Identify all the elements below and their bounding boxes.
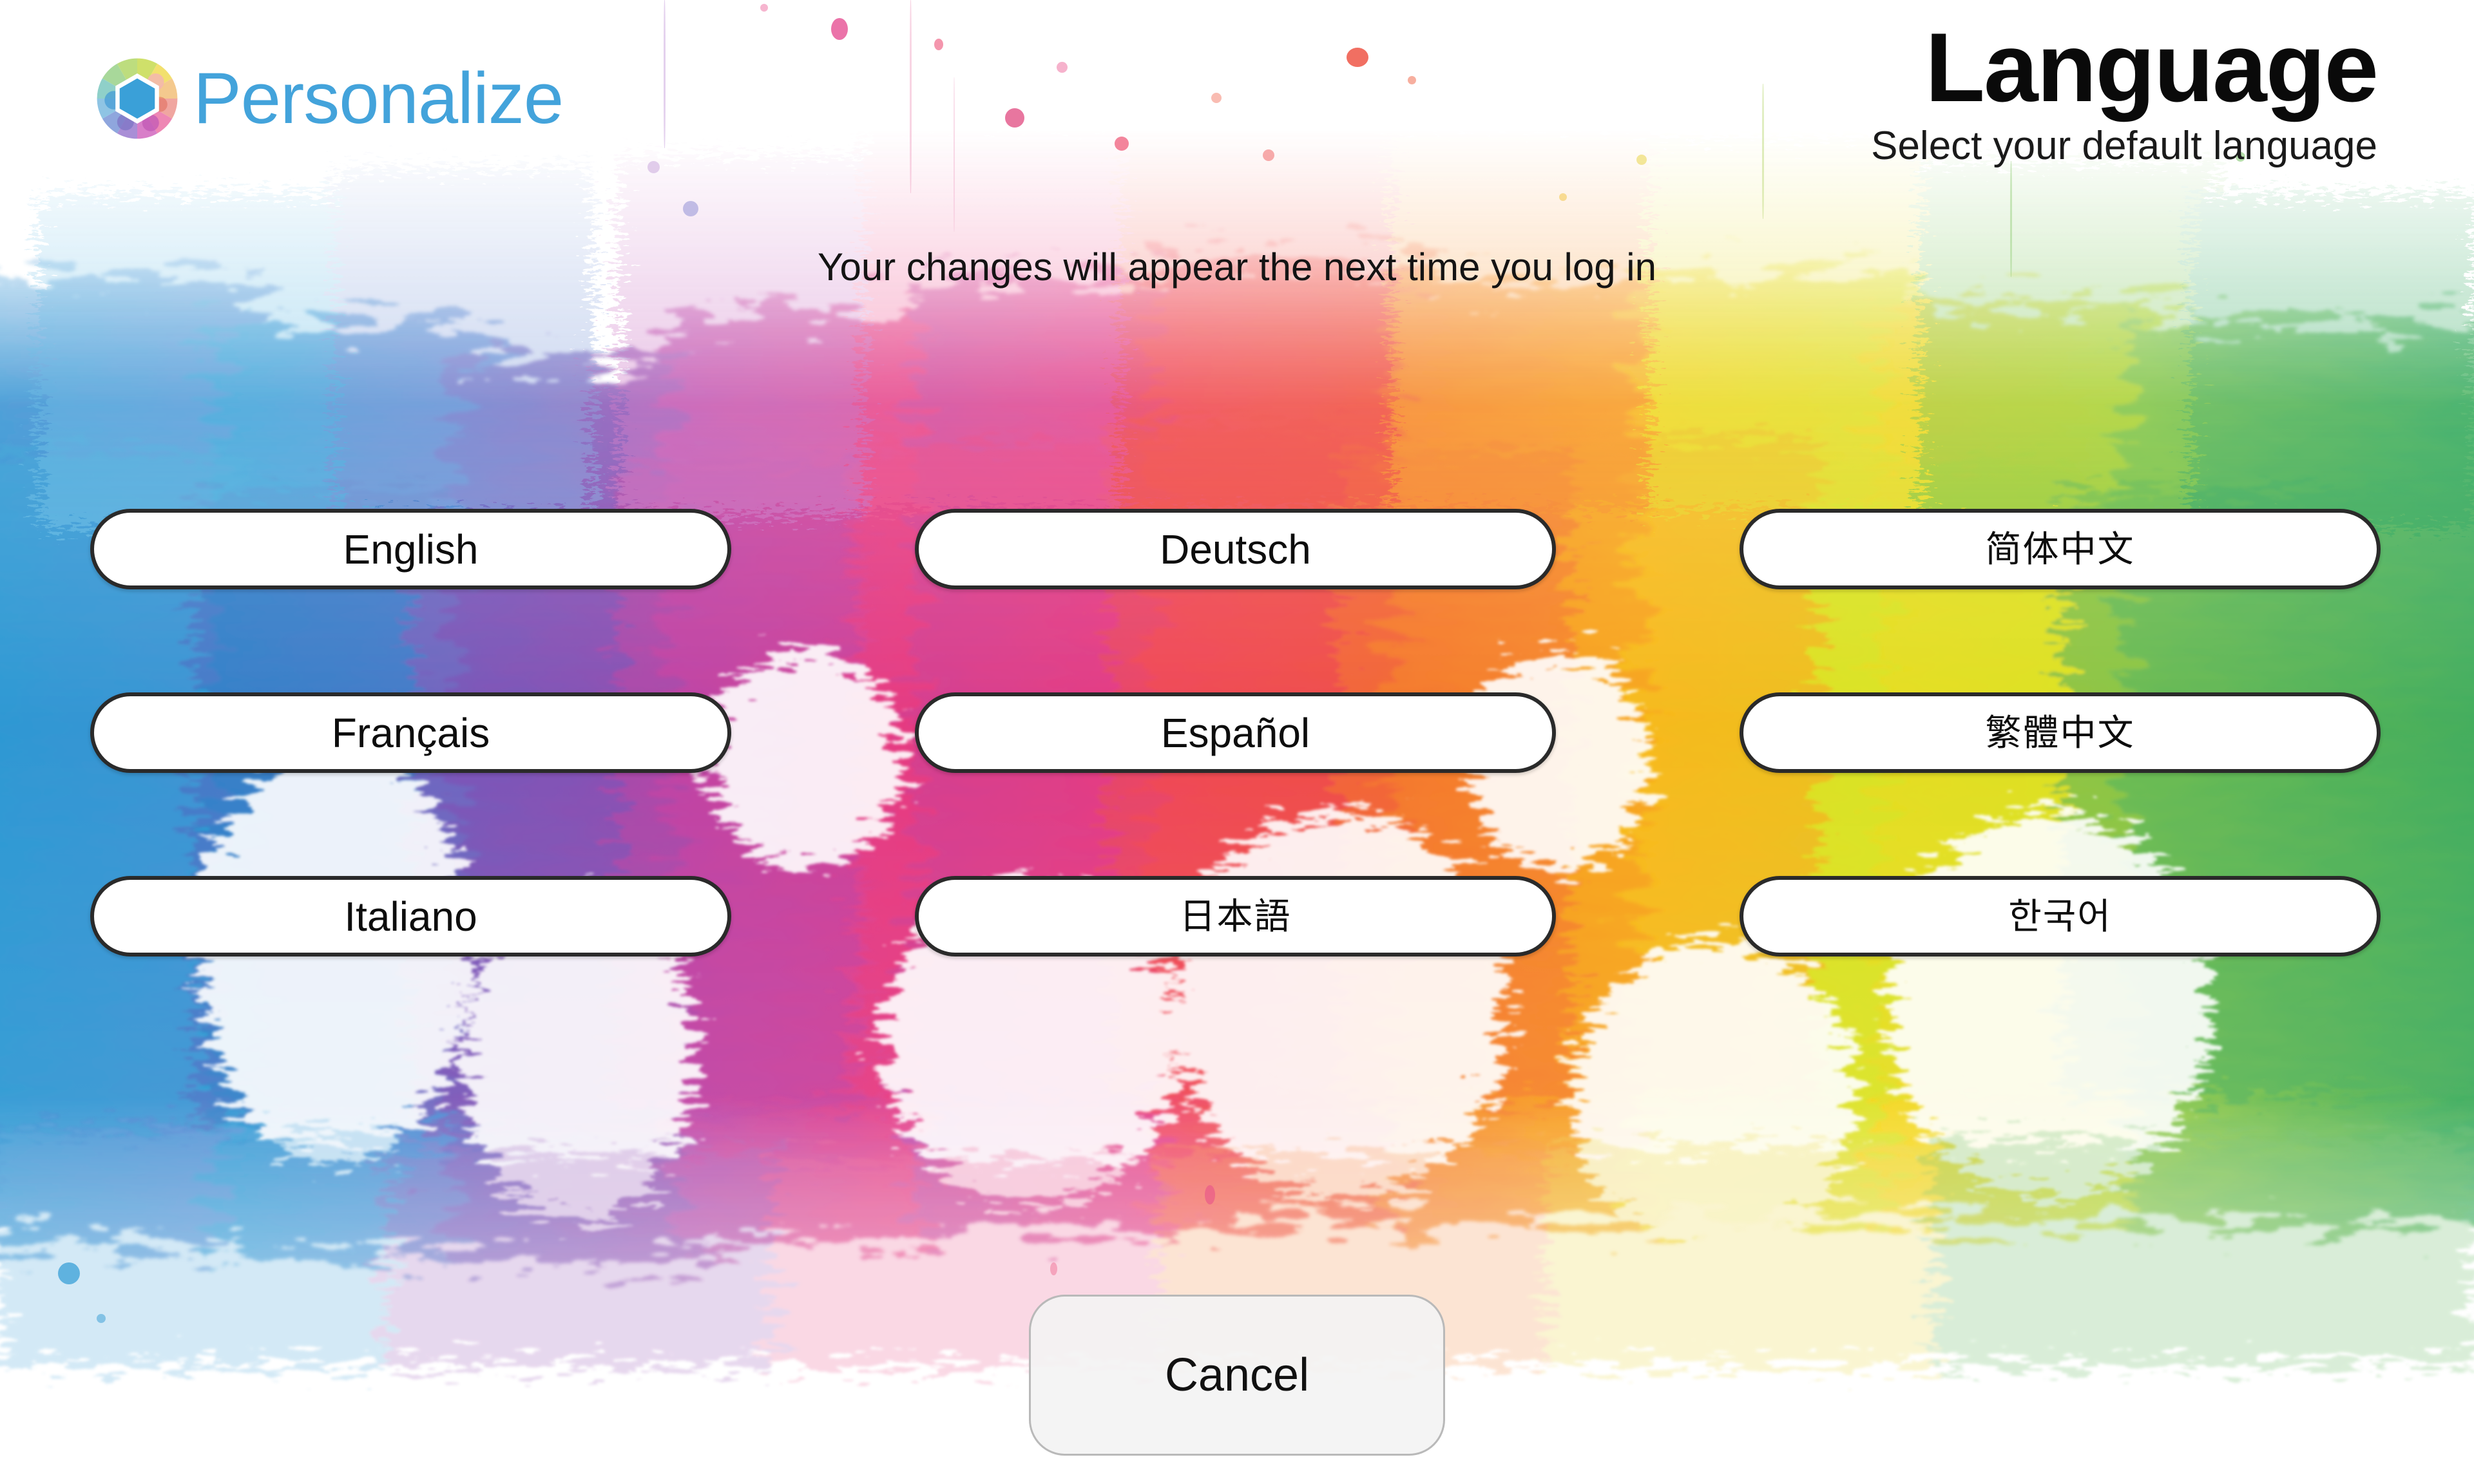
language-button-zh-hans[interactable]: 简体中文 <box>1740 509 2381 589</box>
language-button-zh-hant[interactable]: 繁體中文 <box>1740 692 2381 773</box>
language-grid: English Deutsch 简体中文 Français Español 繁體… <box>90 509 2384 956</box>
page-header: Personalize Language Select your default… <box>0 0 2474 322</box>
login-notice: Your changes will appear the next time y… <box>818 245 1656 289</box>
color-wheel-icon <box>95 57 179 140</box>
language-button-korean[interactable]: 한국어 <box>1740 876 2381 956</box>
language-button-italiano[interactable]: Italiano <box>90 876 731 956</box>
page-title: Language <box>1925 13 2379 122</box>
footer-actions: Cancel <box>0 1295 2474 1456</box>
language-button-japanese[interactable]: 日本語 <box>915 876 1556 956</box>
language-button-francais[interactable]: Français <box>90 692 731 773</box>
cancel-button[interactable]: Cancel <box>1029 1295 1445 1456</box>
brand-name: Personalize <box>193 58 564 138</box>
language-button-espanol[interactable]: Español <box>915 692 1556 773</box>
page-subtitle: Select your default language <box>1871 124 2377 169</box>
title-block: Language Select your default language <box>1871 13 2379 169</box>
language-button-english[interactable]: English <box>90 509 731 589</box>
language-button-deutsch[interactable]: Deutsch <box>915 509 1556 589</box>
brand: Personalize <box>95 57 564 140</box>
